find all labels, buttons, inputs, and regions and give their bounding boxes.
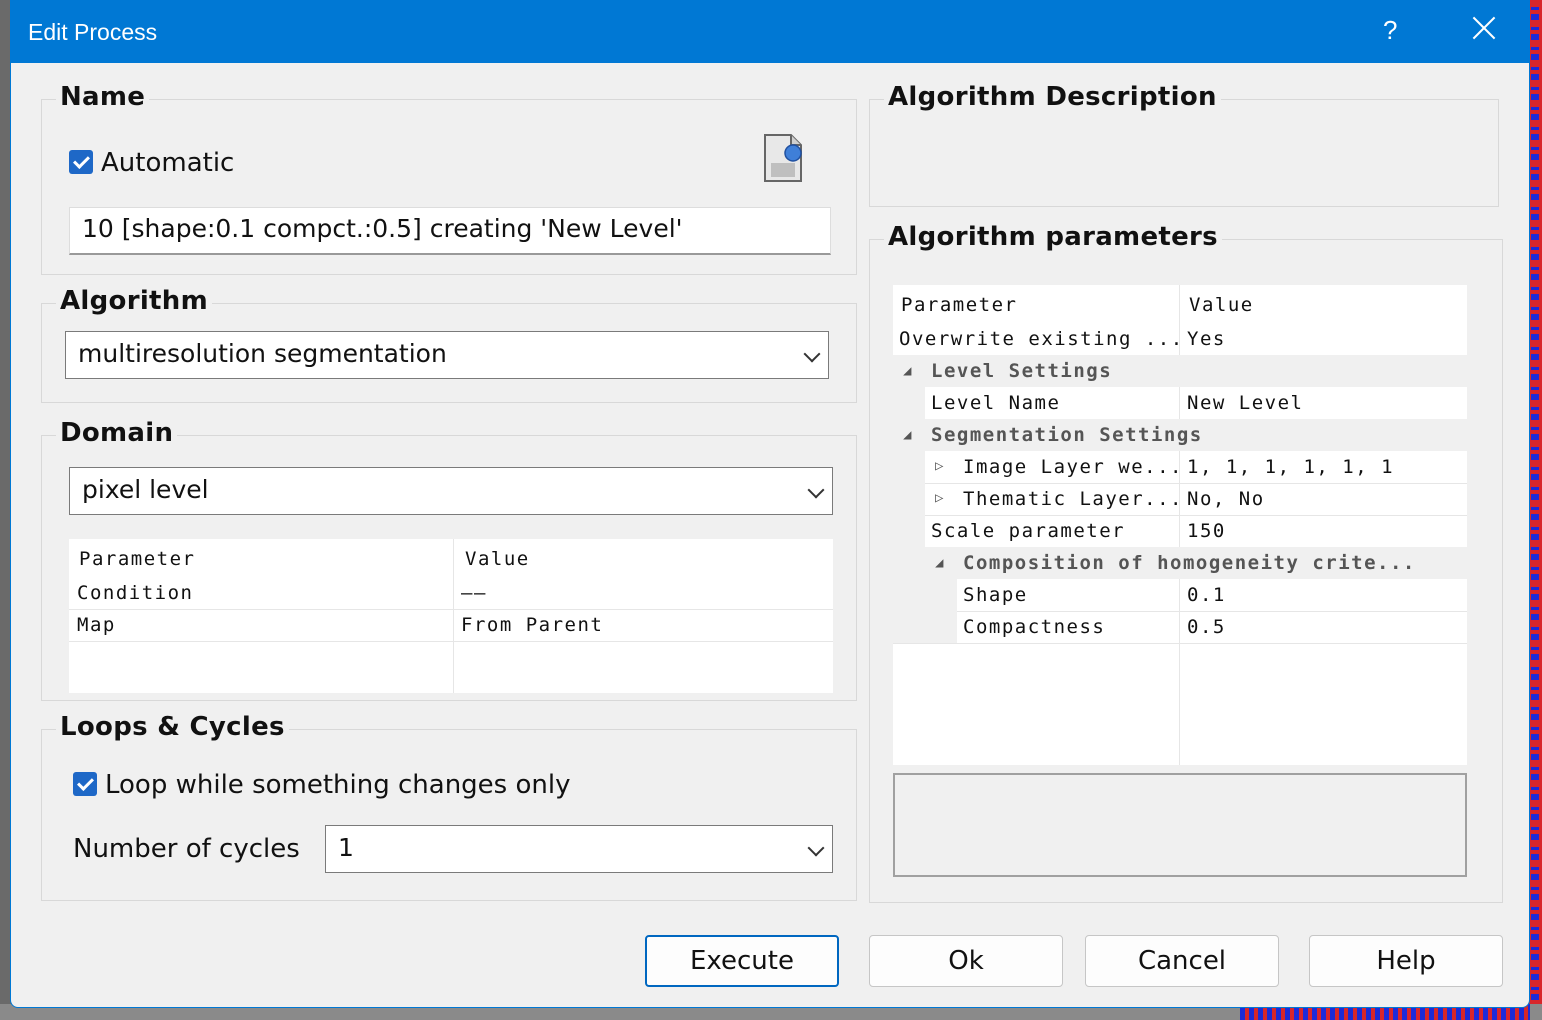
loop-checkbox[interactable] — [73, 772, 97, 796]
document-edit-icon[interactable] — [763, 133, 803, 183]
loops-legend: Loops & Cycles — [56, 712, 289, 742]
domain-value-condition: —— — [461, 582, 487, 604]
param-thematic-layer: Thematic Layer... — [963, 488, 1183, 510]
chevron-down-icon — [807, 839, 825, 857]
param-compactness: Compactness — [963, 616, 1106, 638]
domain-select[interactable]: pixel level — [69, 467, 833, 515]
value-thematic-layer: No, No — [1187, 488, 1265, 510]
category-row[interactable]: ◢ Composition of homogeneity crite... — [893, 547, 1467, 579]
table-row[interactable]: Map From Parent — [69, 609, 833, 641]
domain-header-value: Value — [465, 548, 530, 570]
value-shape: 0.1 — [1187, 584, 1226, 606]
value-compactness: 0.5 — [1187, 616, 1226, 638]
value-scale: 150 — [1187, 520, 1226, 542]
name-legend: Name — [56, 82, 150, 112]
help-button[interactable]: Help — [1309, 935, 1503, 987]
title-bar: Edit Process ? — [11, 1, 1529, 63]
collapse-icon[interactable]: ◢ — [903, 427, 913, 443]
domain-parameter-table: Parameter Value Condition —— Map From Pa… — [69, 539, 833, 693]
domain-select-value: pixel level — [82, 475, 209, 504]
algorithm-select[interactable]: multiresolution segmentation — [65, 331, 829, 379]
process-name-field[interactable]: 10 [shape:0.1 compct.:0.5] creating 'New… — [69, 207, 831, 255]
cycles-select-value: 1 — [338, 833, 354, 862]
background-image-right — [1528, 0, 1542, 1020]
dialog-title: Edit Process — [28, 19, 158, 45]
category-row[interactable]: ◢ Level Settings — [893, 355, 1467, 387]
table-row[interactable]: Shape 0.1 — [893, 579, 1467, 611]
automatic-label[interactable]: Automatic — [101, 148, 234, 178]
category-level-settings: Level Settings — [931, 360, 1113, 382]
domain-header-parameter: Parameter — [79, 548, 196, 570]
param-header-parameter: Parameter — [901, 294, 1018, 316]
algorithm-parameter-grid: Parameter Value Overwrite existing ... Y… — [893, 285, 1467, 765]
algorithm-legend: Algorithm — [56, 286, 212, 316]
domain-param-map: Map — [77, 614, 116, 636]
expand-icon[interactable]: ▷ — [935, 490, 945, 506]
value-image-layer: 1, 1, 1, 1, 1, 1 — [1187, 456, 1395, 478]
table-row[interactable]: Level Name New Level — [893, 387, 1467, 419]
category-row[interactable]: ◢ Segmentation Settings — [893, 419, 1467, 451]
table-row[interactable]: Condition —— — [69, 577, 833, 609]
automatic-checkbox[interactable] — [69, 150, 93, 174]
edit-process-dialog: Edit Process ? Name Automatic 10 [shape:… — [10, 0, 1530, 1008]
loop-label[interactable]: Loop while something changes only — [105, 770, 570, 800]
table-row[interactable]: ▷ Image Layer we... 1, 1, 1, 1, 1, 1 — [893, 451, 1467, 483]
table-row[interactable]: ▷ Thematic Layer... No, No — [893, 483, 1467, 515]
param-image-layer: Image Layer we... — [963, 456, 1183, 478]
chevron-down-icon — [807, 481, 825, 499]
algorithm-description-legend: Algorithm Description — [884, 82, 1221, 112]
param-overwrite: Overwrite existing ... — [899, 328, 1184, 350]
loops-group: Loops & Cycles — [41, 712, 857, 901]
algorithm-description-group: Algorithm Description — [869, 82, 1499, 207]
table-row[interactable]: Compactness 0.5 — [893, 611, 1467, 643]
domain-value-map: From Parent — [461, 614, 604, 636]
value-level-name: New Level — [1187, 392, 1304, 414]
table-row[interactable]: Overwrite existing ... Yes — [893, 323, 1467, 355]
cycles-select[interactable]: 1 — [325, 825, 833, 873]
param-shape: Shape — [963, 584, 1028, 606]
collapse-icon[interactable]: ◢ — [935, 555, 945, 571]
param-header-value: Value — [1189, 294, 1254, 316]
algorithm-parameters-legend: Algorithm parameters — [884, 222, 1222, 252]
param-level-name: Level Name — [931, 392, 1061, 414]
algorithm-select-value: multiresolution segmentation — [78, 339, 447, 368]
param-scale: Scale parameter — [931, 520, 1126, 542]
collapse-icon[interactable]: ◢ — [903, 363, 913, 379]
expand-icon[interactable]: ▷ — [935, 458, 945, 474]
parameter-description-box — [893, 773, 1467, 877]
value-overwrite: Yes — [1187, 328, 1226, 350]
category-segmentation-settings: Segmentation Settings — [931, 424, 1203, 446]
domain-legend: Domain — [56, 418, 178, 448]
execute-button[interactable]: Execute — [645, 935, 839, 987]
table-row[interactable]: Scale parameter 150 — [893, 515, 1467, 547]
chevron-down-icon — [803, 345, 821, 363]
ok-button[interactable]: Ok — [869, 935, 1063, 987]
domain-param-condition: Condition — [77, 582, 194, 604]
cancel-button[interactable]: Cancel — [1085, 935, 1279, 987]
help-icon[interactable]: ? — [1383, 15, 1397, 46]
category-composition: Composition of homogeneity crite... — [963, 552, 1416, 574]
close-icon[interactable] — [1469, 13, 1499, 43]
cycles-label: Number of cycles — [73, 834, 300, 864]
